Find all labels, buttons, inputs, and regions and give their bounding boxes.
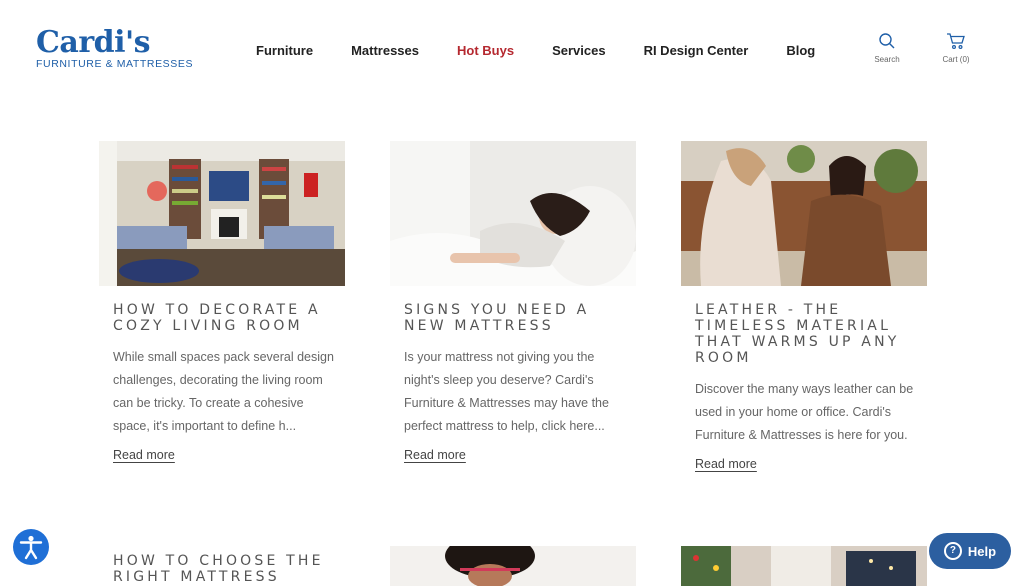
accessibility-button[interactable] [13, 529, 49, 565]
cart-label: Cart (0) [942, 55, 970, 64]
search-button[interactable]: Search [870, 32, 904, 64]
main-nav: Furniture Mattresses Hot Buys Services R… [256, 43, 853, 58]
post-excerpt: Is your mattress not giving you the nigh… [404, 350, 609, 433]
logo-wordmark: Cardi's [36, 25, 151, 60]
blog-card: HOW TO DECORATE A COZY LIVING ROOM While… [99, 141, 345, 464]
cart-icon [947, 33, 965, 50]
help-button[interactable]: ? Help [929, 533, 1011, 569]
accessibility-icon [19, 535, 43, 560]
post-title[interactable]: LEATHER - THE TIMELESS MATERIAL THAT WAR… [695, 302, 915, 366]
post-photo[interactable] [390, 546, 636, 586]
blog-card: SIGNS YOU NEED A NEW MATTRESS Is your ma… [390, 141, 636, 464]
read-more-link[interactable]: Read more [113, 448, 175, 462]
nav-item-hot-buys[interactable]: Hot Buys [457, 43, 514, 58]
site-header: Cardi's FURNITURE & MATTRESSES Furniture… [0, 0, 1024, 100]
help-icon: ? [943, 542, 962, 560]
read-more-link[interactable]: Read more [695, 457, 757, 471]
blog-card: LEATHER - THE TIMELESS MATERIAL THAT WAR… [681, 141, 927, 473]
post-excerpt: While small spaces pack several design c… [113, 350, 334, 433]
post-title[interactable]: HOW TO CHOOSE THE RIGHT MATTRESS [113, 553, 353, 585]
search-icon [879, 33, 895, 49]
nav-item-services[interactable]: Services [552, 43, 606, 58]
living-room-photo[interactable] [99, 141, 345, 286]
search-label: Search [874, 55, 900, 64]
post-title[interactable]: HOW TO DECORATE A COZY LIVING ROOM [113, 302, 333, 334]
help-label: Help [967, 543, 997, 559]
nav-item-blog[interactable]: Blog [786, 43, 815, 58]
logo-tagline: FURNITURE & MATTRESSES [36, 58, 194, 70]
leather-sofa-photo[interactable] [681, 141, 927, 286]
woman-sleeping-photo[interactable] [390, 141, 636, 286]
site-logo[interactable]: Cardi's FURNITURE & MATTRESSES [36, 25, 194, 72]
nav-item-ri-design-center[interactable]: RI Design Center [644, 43, 749, 58]
post-title[interactable]: SIGNS YOU NEED A NEW MATTRESS [404, 302, 624, 334]
cart-button[interactable]: Cart (0) [936, 32, 976, 64]
post-excerpt: Discover the many ways leather can be us… [695, 382, 914, 442]
nav-item-furniture[interactable]: Furniture [256, 43, 313, 58]
post-photo[interactable] [681, 546, 927, 586]
read-more-link[interactable]: Read more [404, 448, 466, 462]
nav-item-mattresses[interactable]: Mattresses [351, 43, 419, 58]
